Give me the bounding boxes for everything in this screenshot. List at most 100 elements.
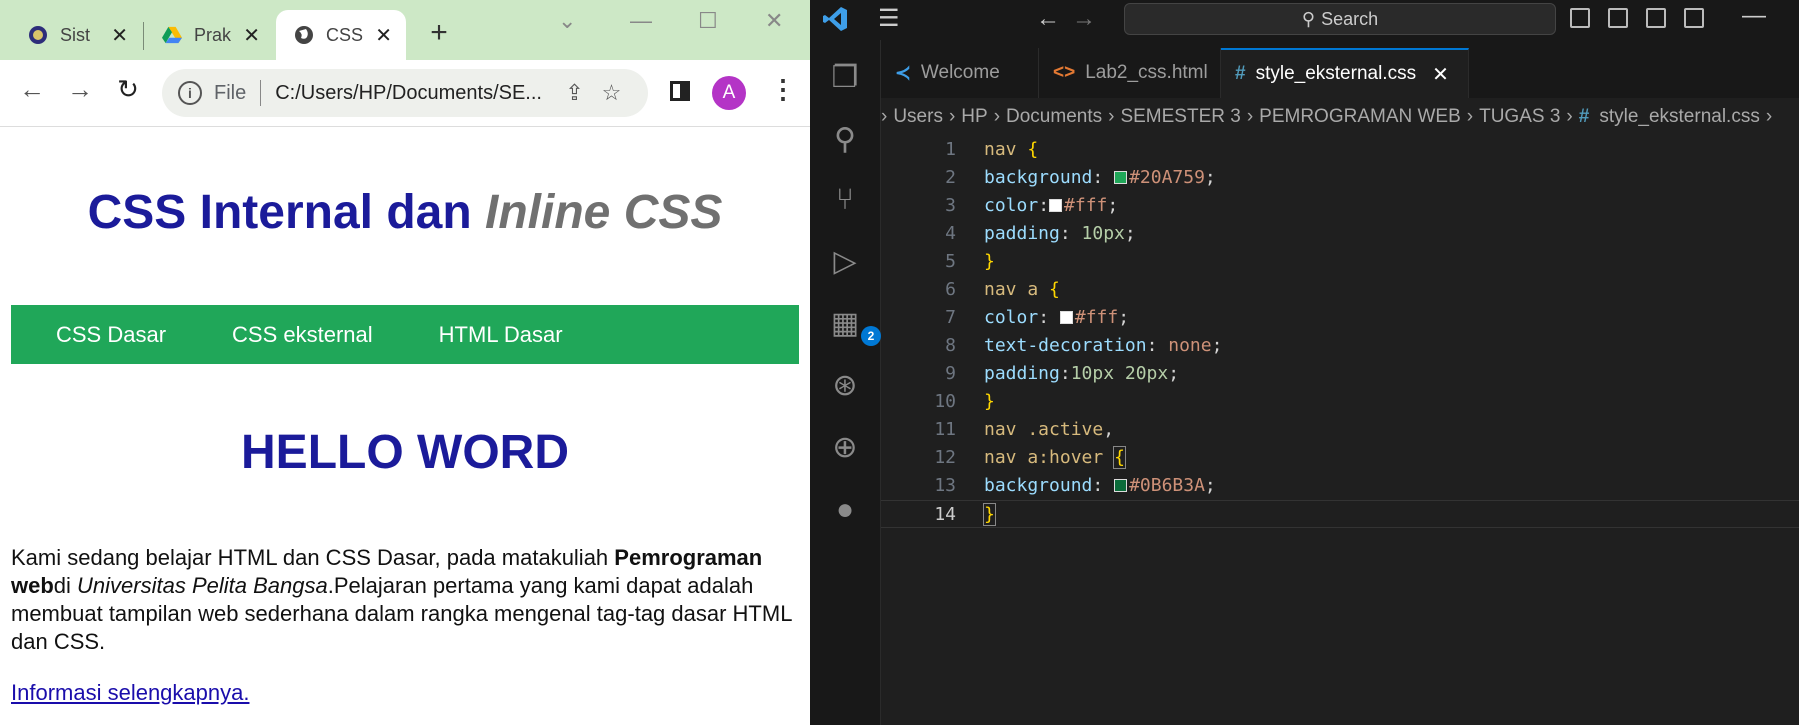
more-info-link[interactable]: Informasi selengkapnya. <box>11 680 249 706</box>
nav-bar: CSS Dasar CSS eksternal HTML Dasar <box>11 305 799 364</box>
toggle-panel-icon[interactable] <box>1608 8 1628 28</box>
tab-lab2-css-html[interactable]: <> Lab2_css.html <box>1039 48 1221 98</box>
browser-tab-2[interactable]: Prak ✕ <box>144 10 274 60</box>
para-text: di <box>53 573 78 598</box>
code-line: 2 background: #20A759; <box>881 164 1799 192</box>
code-line: 1 nav { <box>881 136 1799 164</box>
nav-link-css-dasar[interactable]: CSS Dasar <box>11 322 199 348</box>
heading-inline-css: Inline CSS <box>485 186 723 239</box>
css-selector: nav a:hover <box>984 447 1104 468</box>
css-file-icon: # <box>1578 106 1590 127</box>
customize-layout-icon[interactable] <box>1684 8 1704 28</box>
explorer-icon[interactable]: ❐ <box>827 60 863 96</box>
site-info-icon[interactable]: i <box>178 81 202 105</box>
nav-link-html-dasar[interactable]: HTML Dasar <box>406 322 596 348</box>
code-editor[interactable]: 1 nav { 2 background: #20A759; 3 color: #… <box>881 136 1799 725</box>
reload-icon[interactable]: ↻ <box>110 74 146 105</box>
university-favicon-icon <box>28 25 48 45</box>
color-swatch[interactable] <box>1114 479 1128 492</box>
side-panel-icon[interactable] <box>670 81 690 101</box>
url-text[interactable]: C:/Users/HP/Documents/SE... <box>275 82 547 105</box>
address-bar[interactable]: i File C:/Users/HP/Documents/SE... ⇪ ☆ <box>162 69 648 117</box>
new-tab-button[interactable]: + <box>424 16 454 50</box>
breadcrumb-item[interactable]: Users <box>893 106 943 128</box>
line-number: 12 <box>934 447 956 468</box>
line-number: 7 <box>945 307 956 328</box>
line-number: 14 <box>934 504 956 525</box>
close-window-icon[interactable]: ✕ <box>765 8 783 34</box>
breadcrumb-item[interactable]: style_eksternal.css <box>1599 106 1760 128</box>
breadcrumb-item[interactable]: TUGAS 3 <box>1479 106 1560 128</box>
code-line: 3 color: #fff; <box>881 192 1799 220</box>
nav-link-css-eksternal[interactable]: CSS eksternal <box>199 322 406 348</box>
minimize-window-icon[interactable]: — <box>1742 2 1766 30</box>
toggle-secondary-sidebar-icon[interactable] <box>1646 8 1666 28</box>
browser-tab-1[interactable]: Sist ✕ <box>0 10 142 60</box>
code-line: 13 background: #0B6B3A; <box>881 472 1799 500</box>
browser-toolbar: ← → ↻ i File C:/Users/HP/Documents/SE...… <box>0 60 810 127</box>
para-italic: Universitas Pelita Bangsa <box>77 573 328 598</box>
css-value: #0B6B3A <box>1129 475 1205 496</box>
css-value: none <box>1168 335 1212 356</box>
css-property: color <box>984 307 1039 328</box>
close-icon[interactable]: ✕ <box>111 23 128 48</box>
line-number: 6 <box>945 279 956 300</box>
breadcrumb-item[interactable]: Documents <box>1006 106 1102 128</box>
tab-welcome[interactable]: ≺ Welcome <box>881 48 1039 98</box>
css-property: padding <box>984 363 1060 384</box>
tab-style-eksternal-css[interactable]: # style_eksternal.css ✕ <box>1221 48 1469 98</box>
tab-label: style_eksternal.css <box>1255 63 1417 84</box>
git-graph-icon[interactable]: ⊕ <box>827 430 863 466</box>
code-line: 11 nav .active, <box>881 416 1799 444</box>
activity-bar: ❐ ⚲ ⑂ ▷ ▦ 2 ⊛ ⊕ ● <box>810 40 881 725</box>
extensions-icon[interactable]: ▦ 2 <box>827 306 881 346</box>
share-icon[interactable]: ⇪ <box>565 80 583 106</box>
hello-heading: HELLO WORD <box>241 426 569 479</box>
remote-explorer-icon[interactable]: ⊛ <box>827 368 863 404</box>
close-icon[interactable]: ✕ <box>375 23 392 48</box>
browser-tab-label: CSS <box>326 24 364 45</box>
color-swatch[interactable] <box>1114 171 1128 184</box>
chevron-right-icon: › <box>1765 106 1773 127</box>
source-control-icon[interactable]: ⑂ <box>827 182 863 218</box>
history-navigation: ← → <box>1036 5 1108 33</box>
chevron-right-icon: › <box>881 106 888 127</box>
hamburger-menu-icon[interactable]: ☰ <box>878 4 900 33</box>
extensions-badge: 2 <box>861 326 881 346</box>
command-center-search[interactable]: ⚲ Search <box>1124 3 1556 35</box>
more-menu-icon[interactable]: ⋮ <box>770 74 796 105</box>
forward-arrow-icon[interactable]: → <box>62 74 98 105</box>
code-line: 7 color: #fff; <box>881 304 1799 332</box>
run-debug-icon[interactable]: ▷ <box>827 244 863 280</box>
chevron-right-icon: › <box>1246 106 1254 127</box>
toggle-primary-sidebar-icon[interactable] <box>1570 8 1590 28</box>
search-label: Search <box>1321 8 1379 29</box>
color-swatch[interactable] <box>1049 199 1063 212</box>
close-icon[interactable]: ✕ <box>243 23 260 48</box>
breadcrumb-item[interactable]: PEMROGRAMAN WEB <box>1259 106 1461 128</box>
github-icon[interactable]: ● <box>827 492 863 528</box>
color-swatch[interactable] <box>1059 311 1073 324</box>
search-icon[interactable]: ⚲ <box>827 122 863 158</box>
maximize-window-icon[interactable]: ☐ <box>698 8 718 34</box>
tab-search-chevron-icon[interactable]: ⌄ <box>558 8 576 34</box>
chevron-right-icon: › <box>1108 106 1115 127</box>
back-arrow-icon[interactable]: ← <box>1036 5 1060 32</box>
tab-label: Lab2_css.html <box>1085 62 1208 83</box>
css-property: text-decoration <box>984 335 1147 356</box>
line-number: 1 <box>945 139 956 160</box>
back-arrow-icon[interactable]: ← <box>14 74 50 105</box>
page-heading: CSS Internal dan Inline CSS <box>0 185 810 240</box>
url-scheme-label: File <box>214 81 247 104</box>
breadcrumb-item[interactable]: SEMESTER 3 <box>1120 106 1240 128</box>
breadcrumb-item[interactable]: HP <box>961 106 987 128</box>
bookmark-star-icon[interactable]: ☆ <box>602 80 622 106</box>
browser-tabstrip: Sist ✕ Prak ✕ CSS ✕ + ⌄ — ☐ ✕ <box>0 0 810 60</box>
close-icon[interactable]: ✕ <box>1432 62 1449 87</box>
browser-tab-label: Sist <box>60 24 91 45</box>
profile-avatar[interactable]: A <box>712 76 746 110</box>
globe-favicon-icon <box>294 25 314 45</box>
forward-arrow-icon[interactable]: → <box>1072 5 1096 32</box>
minimize-window-icon[interactable]: — <box>630 8 652 34</box>
browser-tab-3-active[interactable]: CSS ✕ <box>276 10 406 60</box>
